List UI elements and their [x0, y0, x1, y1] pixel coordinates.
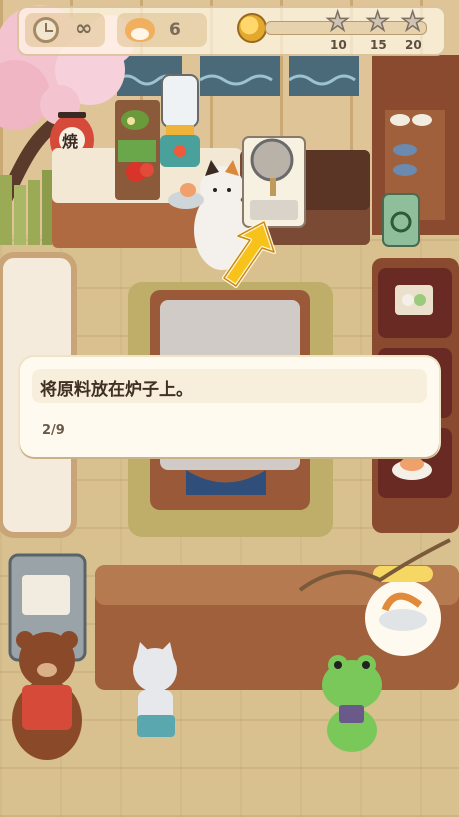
- noren-curtains: [116, 56, 359, 96]
- star-icon: ★: [325, 7, 350, 37]
- coin-icon: [237, 13, 267, 43]
- timer-value: ∞: [75, 16, 93, 40]
- tutorial-message: 将原料放在炉子上。: [40, 380, 193, 400]
- tutorial-step-counter: 2/9: [42, 423, 65, 438]
- cat-count-slot: 6: [117, 13, 207, 47]
- frying-pan-card[interactable]: [242, 136, 306, 228]
- bamboo-stack: [0, 170, 52, 245]
- tutorial-pointer-arrow-icon: [222, 220, 276, 288]
- lantern-label: 焼: [62, 132, 79, 151]
- tutorial-dialog[interactable]: 将原料放在炉子上。 2/9: [20, 357, 439, 457]
- recycle-bin[interactable]: [382, 193, 420, 247]
- star-threshold-2: 15: [370, 38, 387, 52]
- cat-count: 6: [169, 20, 181, 40]
- star-threshold-3: 20: [405, 38, 422, 52]
- star-threshold-1: 10: [330, 38, 347, 52]
- bear-customer[interactable]: [12, 631, 82, 760]
- right-shelves: [372, 55, 459, 533]
- produce-rack: [115, 100, 160, 200]
- clock-icon: [33, 17, 59, 43]
- star-icon: ★: [365, 7, 390, 37]
- blender: [160, 74, 200, 167]
- frog-customer[interactable]: [322, 655, 382, 752]
- cat-face-icon: [125, 18, 155, 42]
- timer-slot: ∞: [25, 13, 105, 47]
- star-icon: ★: [400, 7, 425, 37]
